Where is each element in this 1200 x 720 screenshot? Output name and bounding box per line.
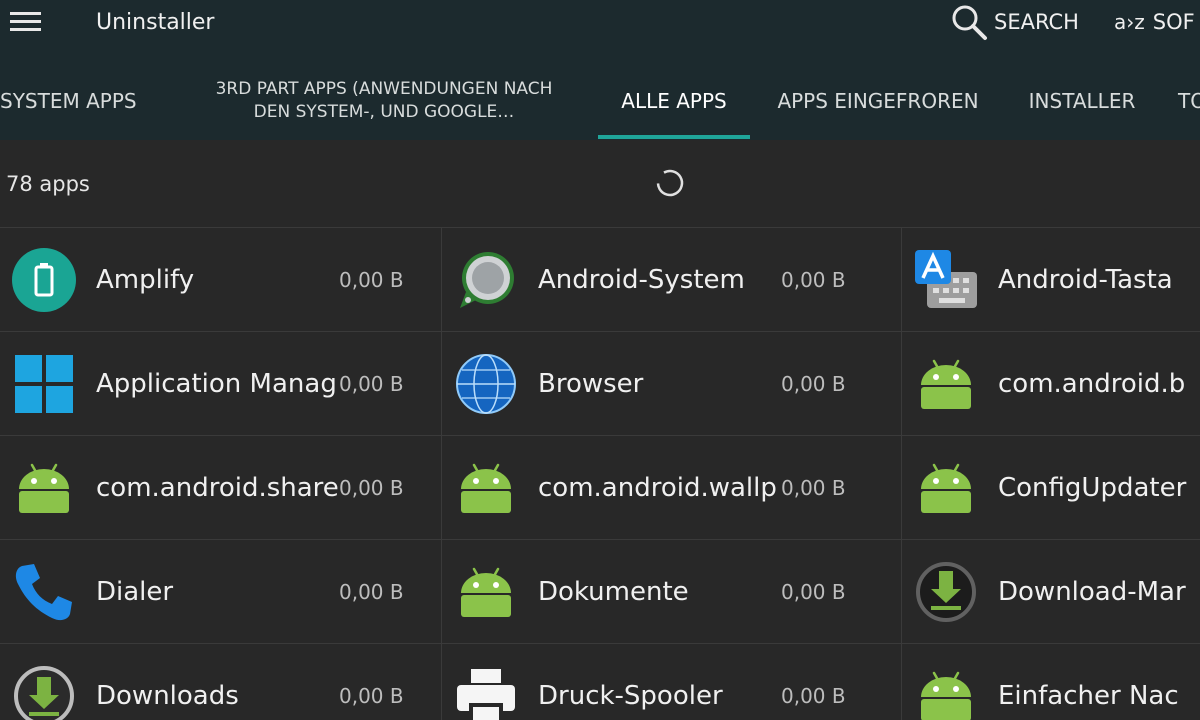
app-name: Application Manag	[96, 369, 337, 399]
android-icon	[452, 558, 520, 626]
tab-alle-apps[interactable]: ALLE APPS	[598, 62, 750, 140]
app-name: Download-Mar	[998, 577, 1186, 607]
loading-spinner-icon	[656, 169, 684, 197]
download-manager-icon	[912, 558, 980, 626]
phone-icon	[10, 558, 78, 626]
app-list-item[interactable]: Dokumente 0,00 B	[442, 540, 901, 644]
app-name: Android-System	[538, 265, 745, 295]
tab-installer[interactable]: INSTALLER	[1012, 62, 1152, 140]
app-list-item[interactable]: ConfigUpdater	[902, 436, 1200, 540]
sort-label: SOF	[1152, 10, 1195, 34]
app-list-item[interactable]: Android-System 0,00 B	[442, 228, 901, 332]
app-name: com.android.b	[998, 369, 1186, 399]
android-icon	[452, 454, 520, 522]
app-name: Dialer	[96, 577, 174, 607]
android-icon	[10, 454, 78, 522]
app-size: 0,00 B	[781, 370, 850, 398]
app-list-item[interactable]: Einfacher Nac	[902, 644, 1200, 720]
app-list-item[interactable]: Dialer 0,00 B	[0, 540, 441, 644]
battery-icon	[10, 246, 78, 314]
active-tab-indicator	[598, 135, 750, 139]
hamburger-menu-icon[interactable]	[10, 8, 42, 36]
tab-apps-eingefroren[interactable]: APPS EINGEFROREN	[762, 62, 994, 140]
app-list-item[interactable]: com.android.wallp 0,00 B	[442, 436, 901, 540]
app-size: 0,00 B	[781, 266, 850, 294]
app-name: ConfigUpdater	[998, 473, 1187, 503]
app-size: 0,00 B	[339, 370, 408, 398]
search-button[interactable]: SEARCH	[950, 4, 1079, 40]
keyboard-icon	[912, 246, 980, 314]
android-icon	[912, 350, 980, 418]
app-list-item[interactable]: Downloads 0,00 B	[0, 644, 441, 720]
app-list-item[interactable]: Download-Mar	[902, 540, 1200, 644]
app-name: Browser	[538, 369, 644, 399]
sort-az-icon: a›z	[1114, 10, 1145, 34]
tab-to[interactable]: TO	[1178, 62, 1200, 140]
search-icon	[952, 5, 987, 40]
sort-button[interactable]: a›z SOF	[1114, 4, 1195, 40]
app-name: Dokumente	[538, 577, 689, 607]
app-count: 78 apps	[6, 172, 90, 196]
app-name: Druck-Spooler	[538, 681, 723, 711]
app-size: 0,00 B	[339, 578, 408, 606]
app-list-item[interactable]: Amplify 0,00 B	[0, 228, 441, 332]
app-list-item[interactable]: com.android.share 0,00 B	[0, 436, 441, 540]
app-title: Uninstaller	[96, 10, 215, 35]
download-icon	[10, 662, 78, 720]
app-size: 0,00 B	[781, 682, 850, 710]
app-name: Amplify	[96, 265, 195, 295]
app-size: 0,00 B	[339, 266, 408, 294]
app-list-item[interactable]: com.android.b	[902, 332, 1200, 436]
app-size: 0,00 B	[339, 474, 408, 502]
android-icon	[912, 662, 980, 720]
printer-icon	[452, 662, 520, 720]
app-size: 0,00 B	[339, 682, 408, 710]
tab-system-apps[interactable]: SYSTEM APPS	[0, 62, 152, 140]
app-name: Downloads	[96, 681, 239, 711]
android-icon	[912, 454, 980, 522]
app-name: Android-Tasta	[998, 265, 1173, 295]
windows-grid-icon	[10, 350, 78, 418]
app-grid: Amplify 0,00 B Application Manag 0,00 B co…	[0, 227, 1200, 720]
app-name: com.android.share	[96, 473, 339, 503]
app-name: com.android.wallp	[538, 473, 777, 503]
tab-3rd-party-apps[interactable]: 3RD PART APPS (ANWENDUNGEN NACH DEN SYST…	[196, 62, 572, 140]
app-list-item[interactable]: Browser 0,00 B	[442, 332, 901, 436]
app-size: 0,00 B	[781, 474, 850, 502]
app-bar: Uninstaller SEARCH a›z SOF SYSTEM APPS 3…	[0, 0, 1200, 140]
globe-icon	[452, 350, 520, 418]
app-size: 0,00 B	[781, 578, 850, 606]
app-list-item[interactable]: Application Manag 0,00 B	[0, 332, 441, 436]
app-name: Einfacher Nac	[998, 681, 1179, 711]
android-system-icon	[452, 246, 520, 314]
search-label: SEARCH	[994, 10, 1079, 34]
app-list-item[interactable]: Druck-Spooler 0,00 B	[442, 644, 901, 720]
app-list-item[interactable]: Android-Tasta	[902, 228, 1200, 332]
